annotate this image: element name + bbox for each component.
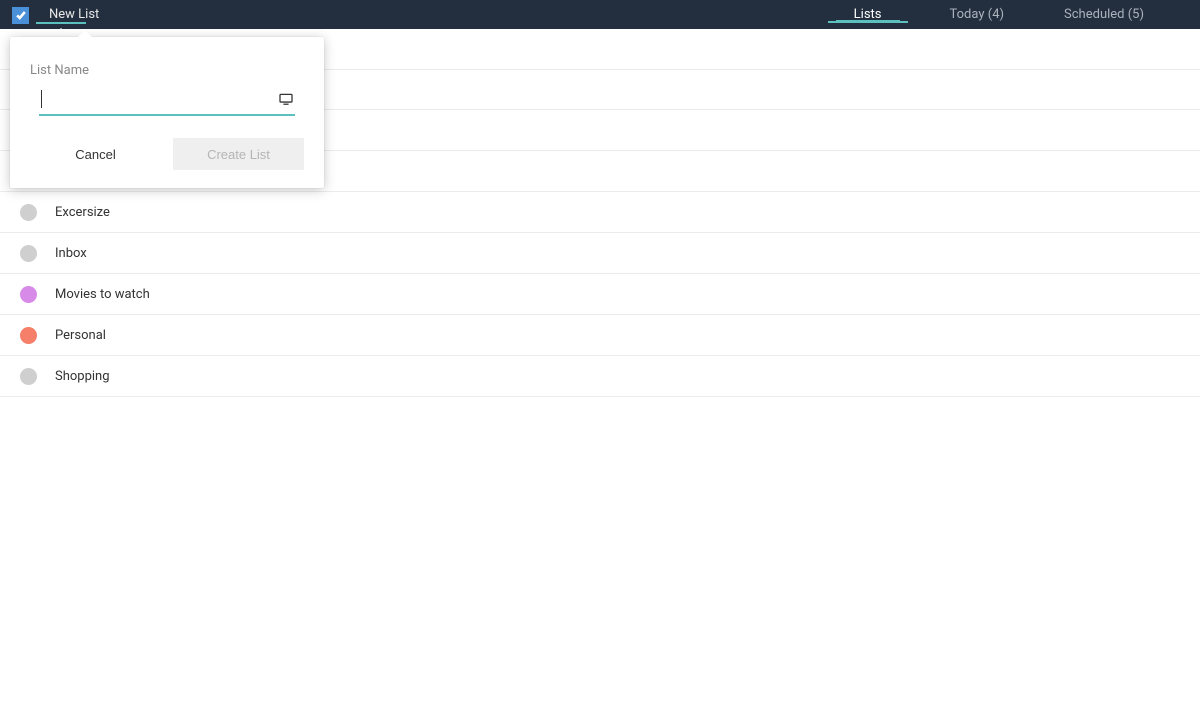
popover-actions: Cancel Create List bbox=[30, 138, 304, 170]
tab-active-underline bbox=[836, 20, 900, 22]
tab-scheduled-label: Scheduled (5) bbox=[1064, 7, 1144, 22]
create-list-button[interactable]: Create List bbox=[173, 138, 304, 170]
tab-today[interactable]: Today (4) bbox=[920, 0, 1035, 29]
new-list-active-indicator bbox=[36, 22, 86, 24]
list-color-dot bbox=[20, 286, 37, 303]
list-item[interactable]: Inbox bbox=[0, 233, 1200, 274]
list-item-label: Excersize bbox=[55, 205, 110, 220]
keyboard-icon[interactable] bbox=[279, 91, 293, 110]
list-item[interactable]: Shopping bbox=[0, 356, 1200, 397]
list-item[interactable]: Excersize bbox=[0, 192, 1200, 233]
cancel-button[interactable]: Cancel bbox=[30, 138, 161, 170]
list-color-dot bbox=[20, 204, 37, 221]
tab-today-label: Today (4) bbox=[950, 7, 1005, 22]
list-item-label: Personal bbox=[55, 328, 106, 343]
top-navigation-bar: New List Lists Today (4) Scheduled (5) bbox=[0, 0, 1200, 29]
list-item[interactable]: Movies to watch bbox=[0, 274, 1200, 315]
new-list-popover: List Name Cancel Create List bbox=[10, 37, 324, 188]
list-color-dot bbox=[20, 245, 37, 262]
list-color-dot bbox=[20, 327, 37, 344]
list-item-label: Inbox bbox=[55, 246, 87, 261]
topbar-tabs: Lists Today (4) Scheduled (5) bbox=[816, 0, 1200, 29]
tab-lists[interactable]: Lists bbox=[816, 0, 920, 29]
tab-scheduled[interactable]: Scheduled (5) bbox=[1034, 0, 1200, 29]
app-logo-checkbox[interactable] bbox=[12, 7, 29, 24]
list-color-dot bbox=[20, 368, 37, 385]
list-name-label: List Name bbox=[30, 63, 304, 78]
check-icon bbox=[15, 9, 27, 21]
list-item[interactable]: Personal bbox=[0, 315, 1200, 356]
new-list-button[interactable]: New List bbox=[47, 7, 101, 22]
list-item-label: Shopping bbox=[55, 369, 110, 384]
topbar-left-group: New List bbox=[0, 0, 101, 29]
text-cursor bbox=[41, 90, 42, 108]
list-name-input[interactable] bbox=[39, 89, 295, 112]
list-item-label: Movies to watch bbox=[55, 287, 150, 302]
list-name-input-wrap bbox=[39, 86, 295, 116]
